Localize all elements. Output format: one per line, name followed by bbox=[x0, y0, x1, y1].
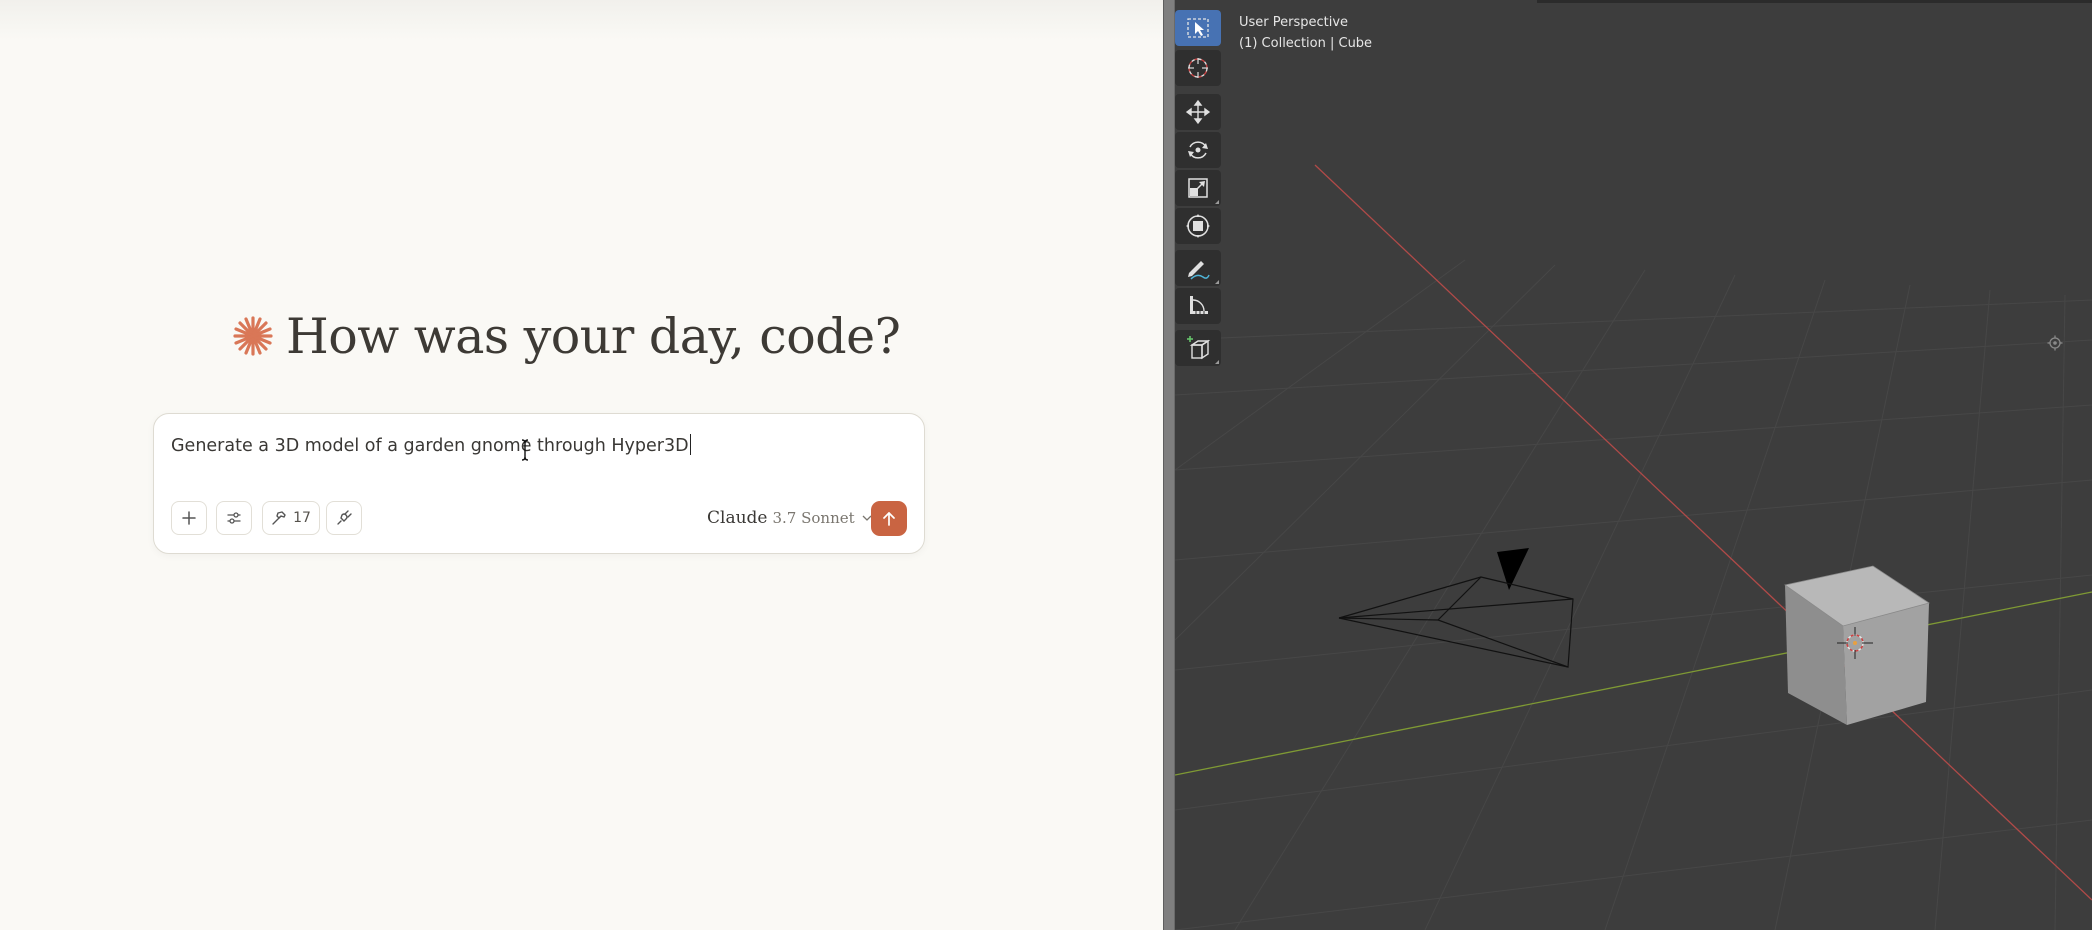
send-button[interactable] bbox=[871, 501, 907, 536]
spark-icon bbox=[233, 316, 273, 356]
add-content-button[interactable] bbox=[171, 501, 207, 535]
rotate-icon bbox=[1188, 141, 1208, 159]
transform-tool[interactable] bbox=[1175, 208, 1221, 244]
window-splitter[interactable] bbox=[1163, 0, 1175, 930]
view-name: User Perspective bbox=[1239, 15, 1349, 30]
viewport-scene bbox=[1175, 164, 2092, 930]
options-button[interactable] bbox=[216, 501, 252, 535]
submenu-indicator bbox=[1215, 280, 1219, 284]
measure-tool[interactable] bbox=[1175, 288, 1221, 324]
viewport-info-overlay: User Perspective (1) Collection | Cube bbox=[1239, 12, 1372, 54]
greeting-text: How was your day, code? bbox=[286, 307, 901, 365]
model-selector[interactable]: Claude 3.7 Sonnet bbox=[707, 508, 872, 528]
tools-count: 17 bbox=[293, 510, 311, 526]
y-axis-line bbox=[1175, 591, 2092, 776]
tools-button[interactable]: 17 bbox=[262, 501, 320, 535]
floor-grid bbox=[1175, 259, 2092, 930]
claude-app-panel: How was your day, code? Generate a 3D mo… bbox=[0, 0, 1163, 930]
greeting: How was your day, code? bbox=[232, 300, 901, 372]
transform-icon bbox=[1186, 214, 1210, 238]
ibeam-cursor-icon bbox=[521, 439, 529, 461]
scale-tool[interactable] bbox=[1175, 170, 1221, 206]
select-box-icon bbox=[1187, 18, 1209, 38]
rotate-tool[interactable] bbox=[1175, 132, 1221, 168]
plug-icon bbox=[337, 510, 352, 525]
scale-icon bbox=[1188, 178, 1208, 198]
model-version: 3.7 Sonnet bbox=[772, 509, 855, 527]
text-caret bbox=[689, 434, 692, 455]
arrow-up-icon bbox=[883, 511, 895, 526]
header-strip bbox=[1537, 0, 2092, 3]
plus-icon bbox=[182, 511, 196, 525]
add-cube-icon bbox=[1187, 336, 1211, 360]
message-composer[interactable]: Generate a 3D model of a garden gnome th… bbox=[153, 413, 925, 554]
collection-label: (1) Collection | Cube bbox=[1239, 36, 1373, 51]
move-icon bbox=[1185, 99, 1211, 125]
cube-object[interactable] bbox=[1784, 565, 1930, 725]
move-tool[interactable] bbox=[1175, 94, 1221, 130]
cursor-icon bbox=[1188, 58, 1208, 78]
submenu-indicator bbox=[1215, 200, 1219, 204]
measure-icon bbox=[1190, 296, 1208, 314]
select-box-tool[interactable] bbox=[1175, 10, 1221, 46]
integrations-button[interactable] bbox=[326, 501, 362, 535]
prompt-text: Generate a 3D model of a garden gnome th… bbox=[171, 436, 689, 456]
add-cube-tool[interactable] bbox=[1175, 330, 1221, 366]
gear-icon[interactable] bbox=[2047, 335, 2063, 351]
blender-3d-viewport[interactable]: User Perspective (1) Collection | Cube bbox=[1175, 0, 2092, 930]
prompt-input[interactable]: Generate a 3D model of a garden gnome th… bbox=[171, 434, 692, 456]
cursor-tool[interactable] bbox=[1175, 50, 1221, 86]
annotate-tool[interactable] bbox=[1175, 250, 1221, 286]
model-name: Claude bbox=[707, 508, 768, 528]
sliders-icon bbox=[227, 512, 241, 524]
submenu-indicator bbox=[1215, 360, 1219, 364]
x-axis-line bbox=[1314, 164, 2092, 901]
hammer-icon bbox=[272, 511, 286, 525]
top-shadow bbox=[0, 0, 1163, 40]
annotate-icon bbox=[1188, 261, 1210, 280]
